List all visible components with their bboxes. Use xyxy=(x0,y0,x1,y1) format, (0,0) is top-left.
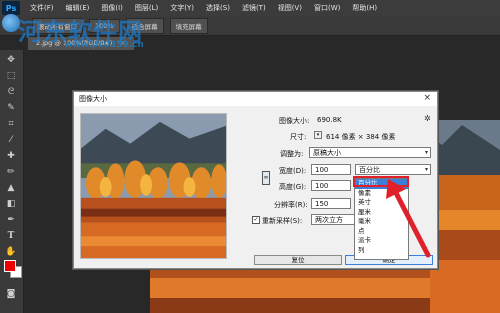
fill-screen-button[interactable]: 填充屏幕 xyxy=(169,17,208,34)
width-input[interactable]: 100 xyxy=(311,164,351,175)
move-tool-icon[interactable]: ✥ xyxy=(4,54,18,66)
healing-brush-tool-icon[interactable]: ✚ xyxy=(4,150,18,162)
unit-option-inches[interactable]: 英寸 xyxy=(355,198,408,208)
dimensions-dropdown-icon[interactable]: ▾ xyxy=(314,131,322,139)
width-unit-value: 百分比 xyxy=(359,166,380,174)
unit-option-picas[interactable]: 派卡 xyxy=(355,236,408,246)
height-input[interactable]: 100 xyxy=(311,180,351,191)
fit-to-label: 调整为: xyxy=(280,150,304,158)
unit-option-pixels[interactable]: 像素 xyxy=(355,189,408,199)
fit-to-select[interactable]: 原稿大小 ▾ xyxy=(309,147,431,158)
annotation-highlight-box xyxy=(353,176,409,187)
image-size-value: 690.8K xyxy=(317,116,342,124)
constrain-proportions-link-icon[interactable]: ∞ xyxy=(262,171,270,185)
menu-type[interactable]: 文字(Y) xyxy=(164,3,200,13)
quick-mask-icon[interactable]: ◙ xyxy=(4,288,18,300)
tools-panel: ✥ ⬚ ᘓ ✎ ⌗ ⁄ ✚ ✏ ▲ ◧ ✒ T ✋ ◙ xyxy=(0,50,24,313)
menu-help[interactable]: 帮助(H) xyxy=(346,3,383,13)
resample-value: 两次立方（平 xyxy=(315,216,343,224)
crop-tool-icon[interactable]: ⌗ xyxy=(4,118,18,130)
menu-select[interactable]: 选择(S) xyxy=(200,3,236,13)
foreground-color-swatch[interactable] xyxy=(4,260,16,272)
lasso-tool-icon[interactable]: ᘓ xyxy=(4,86,18,98)
canvas-image-reflection xyxy=(150,268,430,313)
resample-label: 重新采样(S): xyxy=(262,217,303,225)
dialog-title: 图像大小 xyxy=(74,92,437,106)
width-label: 宽度(D): xyxy=(279,167,307,175)
width-unit-select[interactable]: 百分比 ▾ xyxy=(355,164,431,175)
unit-option-cm[interactable]: 厘米 xyxy=(355,208,408,218)
chevron-down-icon: ▾ xyxy=(424,149,428,156)
menu-filter[interactable]: 滤镜(T) xyxy=(236,3,272,13)
resample-checkbox[interactable]: ✓ xyxy=(252,216,260,224)
menu-window[interactable]: 窗口(W) xyxy=(308,3,346,13)
type-tool-icon[interactable]: T xyxy=(4,230,18,242)
eyedropper-tool-icon[interactable]: ⁄ xyxy=(4,134,18,146)
height-label: 高度(G): xyxy=(279,183,307,191)
quick-selection-tool-icon[interactable]: ✎ xyxy=(4,102,18,114)
eraser-tool-icon[interactable]: ◧ xyxy=(4,198,18,210)
close-icon[interactable]: × xyxy=(423,93,431,103)
marquee-tool-icon[interactable]: ⬚ xyxy=(4,70,18,82)
chevron-down-icon: ▾ xyxy=(424,166,428,173)
fit-to-value: 原稿大小 xyxy=(313,149,341,157)
unit-dropdown-list: 百分比 像素 英寸 厘米 毫米 点 派卡 列 xyxy=(354,178,409,260)
resample-select[interactable]: 两次立方（平 xyxy=(311,214,355,225)
watermark-url: www.pc0359.cn xyxy=(64,40,144,50)
reset-button[interactable]: 复位 xyxy=(254,255,342,265)
unit-option-mm[interactable]: 毫米 xyxy=(355,217,408,227)
image-preview xyxy=(80,113,227,259)
brush-tool-icon[interactable]: ✏ xyxy=(4,166,18,178)
resolution-label: 分辨率(R): xyxy=(274,201,308,209)
dimensions-label: 尺寸: xyxy=(290,133,307,141)
stamp-tool-icon[interactable]: ▲ xyxy=(4,182,18,194)
dimensions-value: 614 像素 × 384 像素 xyxy=(326,133,396,141)
resolution-input[interactable]: 150 xyxy=(311,198,351,209)
pen-tool-icon[interactable]: ✒ xyxy=(4,214,18,226)
hand-tool-icon[interactable]: ✋ xyxy=(4,246,18,258)
unit-option-columns[interactable]: 列 xyxy=(355,246,408,256)
gear-icon[interactable]: ✲ xyxy=(424,114,431,123)
image-size-label: 图像大小: xyxy=(279,117,310,125)
menu-view[interactable]: 视图(V) xyxy=(272,3,308,13)
unit-option-points[interactable]: 点 xyxy=(355,227,408,237)
